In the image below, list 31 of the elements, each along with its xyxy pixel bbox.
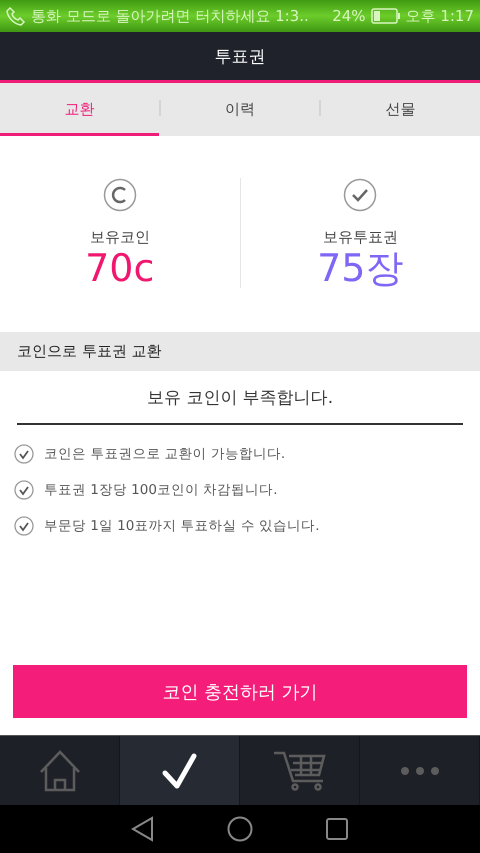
stat-label: 보유코인 [90,228,150,246]
home-circle-icon[interactable] [227,816,253,842]
phone-icon [6,6,26,26]
note-text: 투표권 1장당 100코인이 차감됩니다. [44,481,278,499]
battery-percent: 24% [332,7,366,25]
cart-icon[interactable] [272,750,326,790]
screen-title: 투표권 [214,46,266,68]
back-icon[interactable] [131,816,155,842]
tab[interactable]: 이력 [160,83,320,136]
status-message: 보유 코인이 부족합니다. [146,386,334,408]
battery-icon [370,8,401,24]
check-circle-icon [343,178,378,212]
check-circle-icon [14,444,34,464]
more-icon[interactable] [400,766,440,776]
home-icon[interactable] [38,750,80,792]
stat-value: 70c [85,246,154,288]
tab[interactable]: 교환 [0,83,159,136]
stat-value: 75장 [317,246,404,288]
tab[interactable]: 선물 [321,83,480,136]
note-text: 부문당 1일 10표까지 투표하실 수 있습니다. [44,517,320,535]
coin-icon [102,178,137,212]
check-circle-icon [14,480,34,500]
nav-tab[interactable] [120,736,240,805]
check-circle-icon [14,516,34,536]
recents-icon[interactable] [325,817,349,841]
check-icon[interactable] [162,752,198,788]
charge-button[interactable]: 코인 충전하러 가기 [13,665,467,718]
clock: 오후 1:17 [406,6,474,26]
section-title: 코인으로 투표권 교환 [17,342,162,361]
stat-label: 보유투표권 [322,228,398,246]
note-text: 코인은 투표권으로 교환이 가능합니다. [44,445,286,463]
